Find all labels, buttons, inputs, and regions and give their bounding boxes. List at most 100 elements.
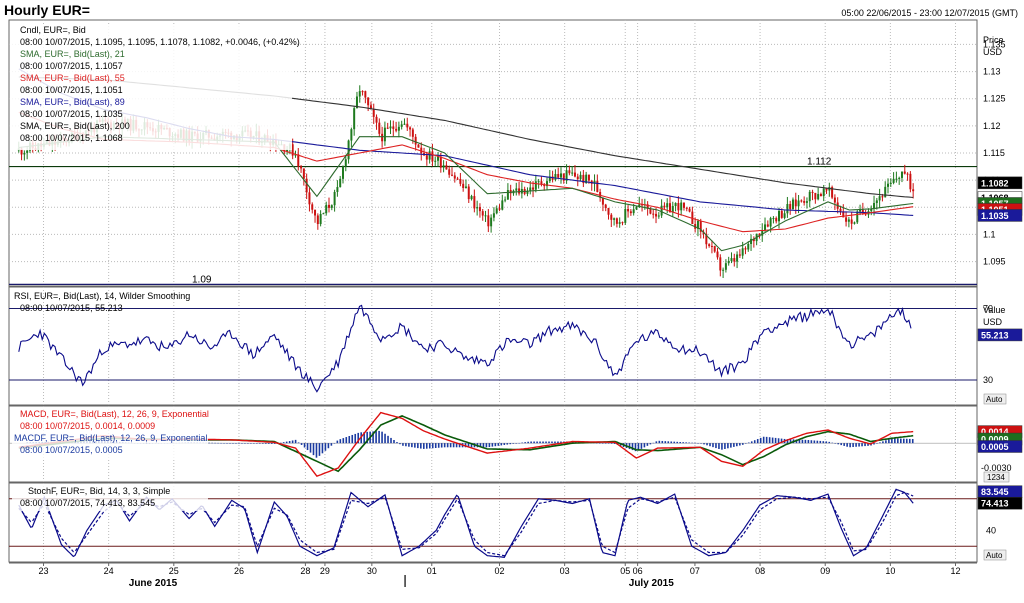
- macd-hist-bar: [810, 440, 813, 444]
- candle-body: [724, 263, 727, 270]
- candle: [417, 144, 420, 148]
- macd-hist-bar: [515, 443, 518, 444]
- candle-body: [727, 260, 730, 264]
- value-tag-text: 0.0005: [981, 442, 1009, 452]
- candle-body: [367, 97, 370, 106]
- macd-hist-bar: [771, 437, 774, 444]
- legend-detail: 08:00 10/07/2015, 1.1095, 1.1095, 1.1078…: [20, 37, 300, 47]
- macd-hist-bar: [688, 442, 690, 444]
- candle-body: [655, 213, 658, 217]
- macd-hist-bar: [724, 443, 726, 449]
- macd-hist-bar: [324, 443, 327, 451]
- candle-body: [353, 108, 356, 130]
- candle-body: [912, 189, 915, 192]
- candle-body: [889, 182, 892, 184]
- candle-body: [680, 202, 683, 211]
- candle-body: [411, 129, 414, 137]
- candle-body: [738, 254, 741, 256]
- candle-body: [847, 219, 850, 222]
- macd-hist-bar: [873, 443, 875, 445]
- candle-body: [434, 160, 437, 162]
- macd-hist-bar: [494, 443, 497, 447]
- macd-hist-bar: [396, 442, 398, 444]
- macd-hist-bar: [607, 443, 610, 444]
- macd-hist-bar: [759, 437, 762, 444]
- candle-body: [498, 208, 501, 210]
- rsi-tick-label: 30: [983, 375, 993, 385]
- legend-detail: 08:00 10/07/2015, 1.1051: [20, 85, 123, 95]
- candle-body: [308, 192, 311, 205]
- macd-hist-bar: [321, 443, 324, 454]
- candle-body: [403, 123, 406, 125]
- candle-body: [515, 188, 518, 191]
- x-tick-label: 05: [620, 566, 630, 576]
- macd-hist-bar: [598, 443, 601, 444]
- candle-body: [898, 177, 901, 179]
- candle-body: [431, 151, 434, 162]
- macd-hist-bar: [375, 431, 377, 444]
- candle-body: [719, 257, 722, 271]
- price-tick-label: 1.12: [983, 121, 1001, 131]
- macd-hist-bar: [801, 439, 804, 444]
- candle-body: [607, 208, 610, 215]
- candle-body: [442, 165, 445, 168]
- macd-hist-bar: [393, 440, 395, 444]
- macd-hist-bar: [241, 443, 243, 444]
- macd-hist-bar: [226, 443, 228, 444]
- candle-body: [722, 269, 725, 271]
- macd-hist-bar: [536, 441, 538, 444]
- candle-body: [618, 222, 621, 224]
- candle-body: [406, 123, 409, 128]
- candle-body: [825, 188, 828, 191]
- macd-hist-bar: [539, 441, 541, 444]
- macd-hist-bar: [223, 443, 225, 444]
- macd-hist-bar: [425, 443, 428, 449]
- macd-hist-bar: [908, 438, 911, 444]
- value-tag-text: 1.1082: [981, 178, 1009, 188]
- macd-hist-bar: [640, 443, 643, 449]
- macd-hist-bar: [315, 443, 318, 458]
- candle-body: [532, 187, 535, 190]
- price-axis-unit: USD: [983, 47, 1003, 57]
- candle-body: [632, 209, 635, 214]
- candle-body: [554, 174, 557, 180]
- macd-hist-bar: [691, 442, 693, 444]
- candle-body: [579, 174, 582, 180]
- macd-hist-bar: [270, 443, 273, 444]
- candle-body: [470, 196, 473, 200]
- candle-body: [736, 254, 739, 262]
- candle-body: [624, 208, 627, 223]
- candle: [831, 185, 834, 200]
- candle-body: [339, 178, 342, 188]
- candle-body: [741, 248, 744, 256]
- macd-hist-bar: [816, 440, 819, 444]
- candle-body: [786, 204, 789, 214]
- candle-body: [495, 208, 498, 214]
- candle-body: [909, 173, 912, 190]
- macd-hist-bar: [250, 443, 252, 444]
- candle-body: [386, 127, 389, 129]
- macd-tick-label: -0.0030: [981, 463, 1012, 473]
- candle-body: [492, 213, 495, 218]
- macd-hist-bar: [232, 443, 234, 444]
- price-tick-label: 1.125: [983, 94, 1006, 104]
- candle-body: [649, 208, 652, 214]
- macd-hist-bar: [423, 443, 425, 449]
- candle-body: [487, 215, 490, 227]
- macd-hist-bar: [446, 443, 449, 448]
- candle-body: [710, 245, 713, 247]
- candle-body: [775, 218, 778, 222]
- hourly-eur-chart: 1.1351.131.1251.121.1151.111.1051.11.095…: [8, 19, 1023, 589]
- value-tag: 55.213: [977, 328, 1023, 342]
- macd-hist-bar: [742, 443, 744, 445]
- candle-body: [409, 127, 412, 130]
- macd-hist-bar: [843, 443, 845, 446]
- macd-hist-bar: [646, 443, 649, 446]
- candle-body: [716, 251, 719, 258]
- candle-body: [677, 203, 680, 211]
- candle-body: [26, 150, 29, 153]
- level-line-label: 1.112: [807, 157, 832, 168]
- value-tag-text: 55.213: [981, 330, 1009, 340]
- macd-hist-bar: [306, 443, 309, 451]
- candle-body: [347, 140, 350, 160]
